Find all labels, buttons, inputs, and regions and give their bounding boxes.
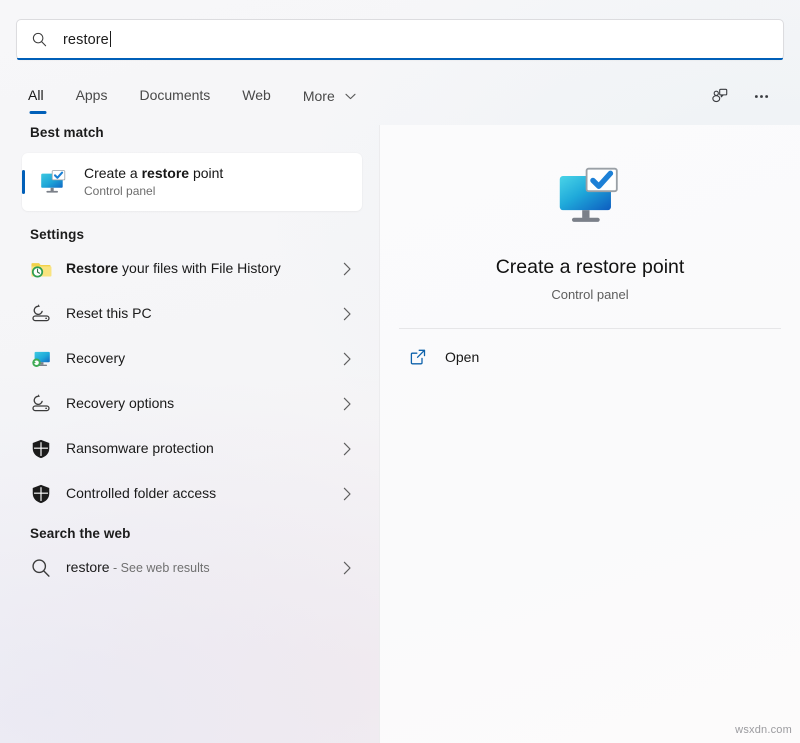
best-match-title-suffix: point: [189, 165, 223, 181]
list-item-label: Reset this PC: [66, 305, 152, 322]
best-match-heading: Best match: [0, 125, 378, 140]
chevron-right-icon[interactable]: [343, 352, 352, 366]
best-match-texts: Create a restore point Control panel: [84, 165, 223, 198]
settings-heading: Settings: [0, 227, 378, 242]
list-item-file-history[interactable]: Restore your files with File History: [22, 246, 362, 291]
preview-pane: Create a restore point Control panel Ope…: [379, 125, 800, 743]
restore-point-icon: [551, 158, 629, 236]
list-item-label-prefix: Reset this PC: [66, 305, 152, 321]
shield-icon: [30, 483, 52, 505]
list-item-reset-this-pc[interactable]: Reset this PC: [22, 291, 362, 336]
tab-web-label: Web: [242, 87, 271, 103]
results-pane: Best match Create a restore point: [0, 125, 378, 743]
list-item-label: Recovery: [66, 350, 125, 367]
chevron-right-icon[interactable]: [343, 262, 352, 276]
tab-list: All Apps Documents Web More: [16, 86, 372, 114]
preview-actions: Open: [399, 337, 781, 377]
tab-documents[interactable]: Documents: [123, 86, 226, 113]
web-results-list: restore - See web results: [0, 545, 378, 590]
tab-more-label: More: [303, 88, 335, 104]
tab-all-label: All: [28, 87, 44, 103]
spacer: [0, 211, 378, 227]
list-item-label-prefix: Ransomware protection: [66, 440, 214, 456]
list-item-label-prefix: Recovery options: [66, 395, 174, 411]
tab-web[interactable]: Web: [226, 86, 287, 113]
tab-apps[interactable]: Apps: [60, 86, 124, 113]
list-item-ransomware-protection[interactable]: Ransomware protection: [22, 426, 362, 471]
preview-content: Create a restore point Control panel Ope…: [380, 125, 800, 377]
preview-subtitle: Control panel: [551, 287, 628, 302]
text-caret: [110, 31, 111, 47]
best-match-subtitle: Control panel: [84, 184, 223, 198]
chevron-right-icon[interactable]: [343, 307, 352, 321]
list-item-recovery-options[interactable]: Recovery options: [22, 381, 362, 426]
best-match-title-prefix: Create a: [84, 165, 142, 181]
list-item-label-prefix: Controlled folder access: [66, 485, 216, 501]
open-button-label: Open: [445, 349, 479, 365]
search-web-heading: Search the web: [0, 526, 378, 541]
list-item-label: Controlled folder access: [66, 485, 216, 502]
search-input-value: restore: [63, 32, 109, 48]
list-item-label-prefix: Recovery: [66, 350, 125, 366]
chevron-right-icon[interactable]: [343, 487, 352, 501]
list-item-label-highlight: Restore: [66, 260, 118, 276]
tabstrip-actions: [704, 82, 784, 118]
search-icon: [31, 31, 48, 48]
search-bar[interactable]: restore: [16, 19, 784, 60]
web-search-suffix: - See web results: [110, 561, 210, 575]
list-item-label: Recovery options: [66, 395, 174, 412]
list-item-web-search[interactable]: restore - See web results: [22, 545, 362, 590]
preview-divider: [399, 328, 781, 329]
web-search-query: restore: [66, 559, 110, 575]
list-item-recovery[interactable]: Recovery: [22, 336, 362, 381]
tab-more[interactable]: More: [287, 86, 372, 114]
restore-point-icon: [38, 166, 70, 198]
search-icon: [30, 557, 52, 579]
chevron-right-icon[interactable]: [343, 442, 352, 456]
tab-documents-label: Documents: [139, 87, 210, 103]
list-item-controlled-folder-access[interactable]: Controlled folder access: [22, 471, 362, 516]
reset-pc-icon: [30, 303, 52, 325]
filter-tabs: All Apps Documents Web More: [16, 80, 784, 120]
windows-search-flyout: restore All Apps Documents Web More: [0, 0, 800, 743]
list-item-label: Ransomware protection: [66, 440, 214, 457]
preview-title: Create a restore point: [496, 256, 685, 279]
best-match-title: Create a restore point: [84, 165, 223, 182]
recovery-icon: [30, 348, 52, 370]
list-item-label-suffix: your files with File History: [118, 260, 281, 276]
recovery-options-icon: [30, 393, 52, 415]
tab-apps-label: Apps: [76, 87, 108, 103]
best-match-title-highlight: restore: [142, 165, 189, 181]
best-match-item[interactable]: Create a restore point Control panel: [22, 153, 362, 211]
chevron-right-icon[interactable]: [343, 397, 352, 411]
search-input[interactable]: restore: [16, 19, 784, 60]
open-button[interactable]: Open: [399, 337, 781, 377]
more-options-icon[interactable]: [746, 82, 776, 110]
spacer: [0, 516, 378, 526]
file-history-icon: [30, 258, 52, 280]
shield-icon: [30, 438, 52, 460]
settings-results-list: Restore your files with File History Res…: [0, 246, 378, 516]
watermark: wsxdn.com: [735, 724, 792, 736]
list-item-label: Restore your files with File History: [66, 260, 281, 277]
chevron-right-icon[interactable]: [343, 561, 352, 575]
feedback-icon[interactable]: [704, 82, 734, 110]
tab-all[interactable]: All: [16, 86, 60, 113]
chevron-down-icon: [345, 88, 356, 103]
list-item-label: restore - See web results: [66, 559, 210, 576]
open-external-icon: [409, 348, 427, 366]
